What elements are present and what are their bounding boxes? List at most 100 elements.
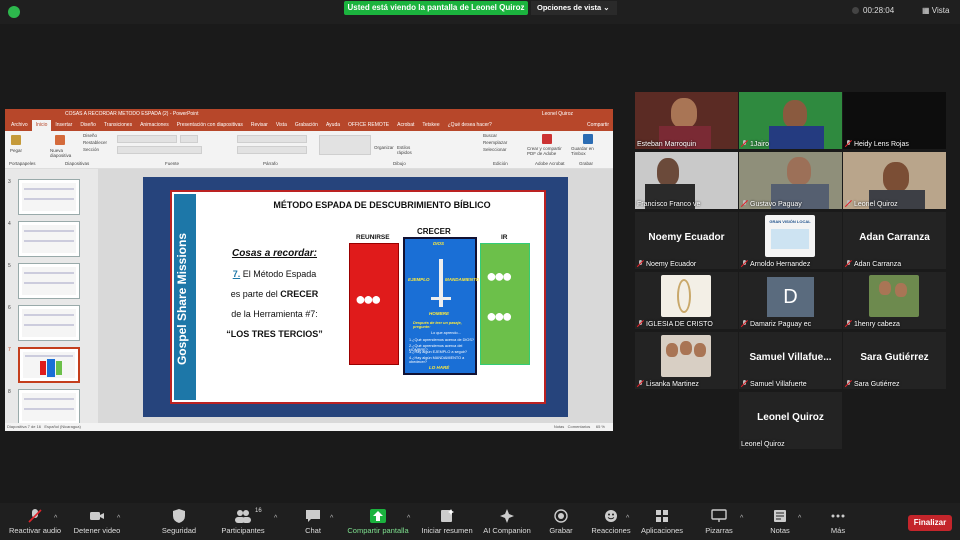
security-shield-icon[interactable] <box>8 6 20 18</box>
share-screen-button[interactable]: Compartir pantalla <box>343 509 413 535</box>
ppt-tab[interactable]: OFFICE REMOTE <box>344 120 393 131</box>
slide-line-1: El Método Espada <box>242 269 317 279</box>
participant-tile[interactable]: Leonel Quiroz Leonel Quiroz <box>739 392 842 449</box>
font-size-select[interactable] <box>180 135 198 143</box>
end-meeting-button[interactable]: Finalizar <box>908 515 952 531</box>
ppt-tab[interactable]: Acrobat <box>393 120 418 131</box>
status-comments[interactable]: Comentarios <box>568 424 591 429</box>
participant-tile[interactable]: Esteban Marroquin <box>635 92 738 149</box>
participant-profile-picture <box>869 275 919 317</box>
more-button[interactable]: Más <box>803 509 873 535</box>
reset-label[interactable]: Restablecer <box>83 140 107 145</box>
slide-thumbnail[interactable] <box>18 389 80 425</box>
participant-tile[interactable]: D Damariz Paguay ec <box>739 272 842 329</box>
participant-tile[interactable]: GRAN VISIÓN LOCAL Arnoldo Hernandez <box>739 212 842 269</box>
chevron-up-icon[interactable]: ^ <box>407 515 410 522</box>
ppt-tab[interactable]: Tetskee <box>418 120 443 131</box>
muted-mic-icon <box>741 140 748 147</box>
ppt-share-button[interactable]: Compartir <box>583 120 613 131</box>
paste-icon[interactable] <box>11 135 21 145</box>
ppt-tab[interactable]: Animaciones <box>136 120 173 131</box>
record-icon[interactable] <box>583 134 593 144</box>
slide-thumbnail[interactable] <box>18 263 80 299</box>
arrange-label[interactable]: Organizar <box>374 145 394 150</box>
slide-thumbnail-selected[interactable] <box>18 347 80 383</box>
ppt-tab[interactable]: Grabación <box>291 120 322 131</box>
slide-thumbnail[interactable] <box>18 221 80 257</box>
security-button[interactable]: Seguridad <box>144 509 214 535</box>
alignment-row[interactable] <box>237 146 307 154</box>
status-zoom[interactable]: 65 % <box>596 424 605 429</box>
participant-name-text: Lisanka Martinez <box>646 381 699 388</box>
sword-hilt <box>431 297 451 300</box>
font-format-row[interactable] <box>117 146 202 154</box>
participants-button[interactable]: Participantes <box>208 509 278 535</box>
participant-tile[interactable]: 1Jairo <box>739 92 842 149</box>
participant-tile[interactable]: Francisco Franco ve <box>635 152 738 209</box>
muted-mic-icon <box>845 380 852 387</box>
chevron-up-icon[interactable]: ^ <box>740 515 743 522</box>
participant-profile-picture: GRAN VISIÓN LOCAL <box>765 215 815 257</box>
chevron-up-icon[interactable]: ^ <box>798 515 801 522</box>
unmute-label: Reactivar audio <box>8 526 62 535</box>
slide[interactable]: Gospel Share Missions MÉTODO ESPADA DE D… <box>170 190 546 404</box>
ribbon-group-label: Adobe Acrobat <box>535 161 565 166</box>
chevron-down-icon: ⌄ <box>603 3 610 12</box>
ppt-tab[interactable]: Diseño <box>76 120 100 131</box>
participant-tile[interactable]: Gustavo Paguay <box>739 152 842 209</box>
adobe-pdf-icon[interactable] <box>542 134 552 144</box>
paragraph-row[interactable] <box>237 135 307 143</box>
participant-tile[interactable]: Adan Carranza Adan Carranza <box>843 212 946 269</box>
blue-ejemplo: EJEMPLO <box>408 277 430 282</box>
ppt-tab[interactable]: Insertar <box>51 120 76 131</box>
participant-tile[interactable]: Noemy Ecuador Noemy Ecuador <box>635 212 738 269</box>
font-family-select[interactable] <box>117 135 177 143</box>
thumb-number: 4 <box>8 221 11 227</box>
ppt-tab[interactable]: Presentación con diapositivas <box>173 120 247 131</box>
participant-tile[interactable]: IGLESIA DE CRISTO <box>635 272 738 329</box>
chat-button[interactable]: Chat <box>278 509 348 535</box>
status-notes[interactable]: Notas <box>554 424 564 429</box>
participant-tile[interactable]: Heidy Lens Rojas <box>843 92 946 149</box>
participant-name-text: Noemy Ecuador <box>646 261 697 268</box>
slide-thumbnail[interactable] <box>18 305 80 341</box>
shapes-gallery[interactable] <box>319 135 371 155</box>
participant-display-name: Noemy Ecuador <box>648 232 725 243</box>
ppt-tab-active[interactable]: Inicio <box>31 120 52 131</box>
select-label[interactable]: Seleccionar <box>483 147 507 152</box>
slide-canvas: Gospel Share Missions MÉTODO ESPADA DE D… <box>98 169 613 423</box>
ribbon-group-label: Edición <box>493 161 508 166</box>
find-label[interactable]: Buscar <box>483 133 497 138</box>
view-button[interactable]: ▦ Vista <box>922 6 949 15</box>
participant-name: Arnoldo Hernandez <box>741 260 810 268</box>
whiteboards-button[interactable]: Pizarras <box>684 509 754 535</box>
stop-video-button[interactable]: Detener video <box>62 509 132 535</box>
ppt-tab[interactable]: Ayuda <box>322 120 344 131</box>
chevron-up-icon[interactable]: ^ <box>274 515 277 522</box>
blue-dios: DIOS <box>433 241 445 246</box>
ppt-tab[interactable]: Transiciones <box>100 120 136 131</box>
participant-tile[interactable]: Leonel Quiroz <box>843 152 946 209</box>
ppt-tab[interactable]: Vista <box>272 120 291 131</box>
chevron-up-icon[interactable]: ^ <box>117 515 120 522</box>
participant-tile[interactable]: Samuel Villafue... Samuel Villafuerte <box>739 332 842 389</box>
view-options-label: Opciones de vista <box>537 3 602 12</box>
participant-tile[interactable]: 1henry cabeza <box>843 272 946 329</box>
ppt-tab[interactable]: Archivo <box>7 120 32 131</box>
slide-thumbnail[interactable] <box>18 179 80 215</box>
participant-tile[interactable]: Lisanka Martinez <box>635 332 738 389</box>
chevron-up-icon[interactable]: ^ <box>330 515 333 522</box>
ppt-tabs: Archivo Inicio Insertar Diseño Transicio… <box>5 120 613 131</box>
unmute-button[interactable]: Reactivar audio <box>0 509 70 535</box>
participant-name: Adan Carranza <box>845 260 901 268</box>
participant-tile[interactable]: Sara Gutiérrez Sara Gutiérrez <box>843 332 946 389</box>
ppt-tab-search[interactable]: ¿Qué desea hacer? <box>444 120 496 131</box>
section-label[interactable]: Sección <box>83 147 99 152</box>
replace-label[interactable]: Reemplazar <box>483 140 507 145</box>
chevron-up-icon[interactable]: ^ <box>54 515 57 522</box>
ppt-tab[interactable]: Revisar <box>247 120 272 131</box>
layout-label[interactable]: Diseño <box>83 133 97 138</box>
new-slide-icon[interactable] <box>55 135 65 145</box>
quick-styles-label[interactable]: Estilos rápidos <box>397 145 417 155</box>
view-options-button[interactable]: Opciones de vista ⌄ <box>531 1 617 15</box>
